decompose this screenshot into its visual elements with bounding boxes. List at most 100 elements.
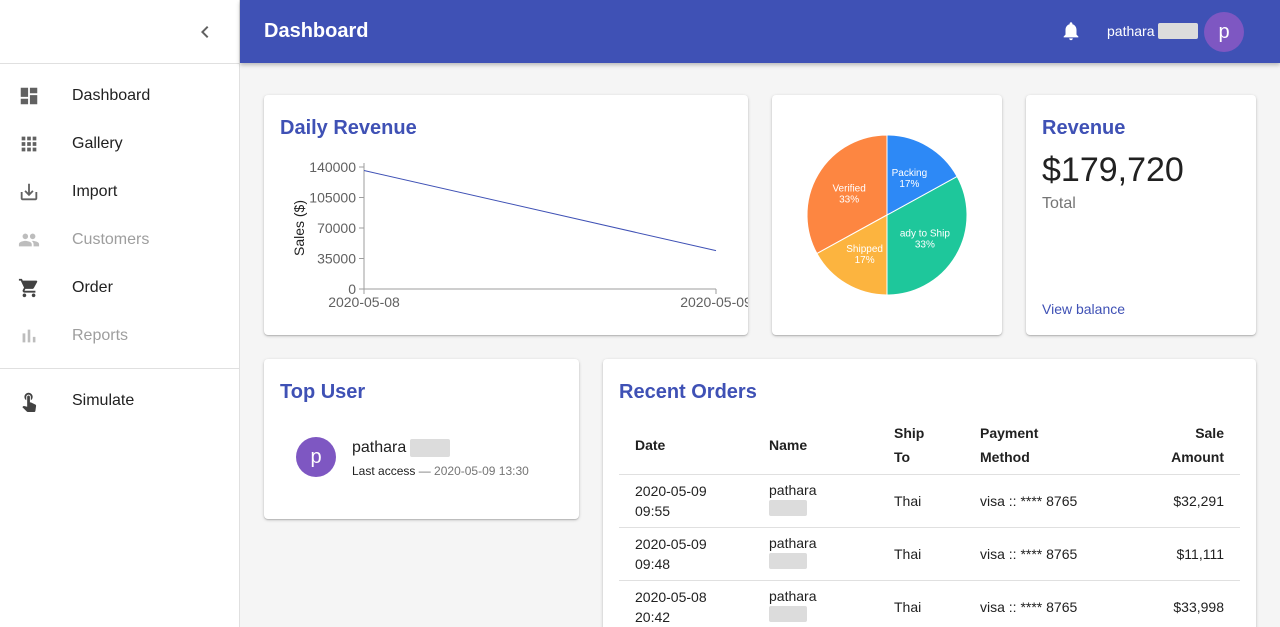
x-tick-label: 2020-05-08 [328,294,400,310]
revenue-card: Revenue $179,720 Total View balance [1026,95,1256,335]
order-status-pie-chart: ady to Ship33%Packing17%Verified33%Shipp… [806,134,968,296]
last-access-separator: — [415,464,435,478]
last-access: Last access — 2020-05-09 13:30 [352,464,529,478]
top-user-card: Top User p pathara Last access — 2020-05… [264,359,579,519]
order-payment-method: visa :: **** 8765 [980,527,1130,581]
sidebar-item-label: Order [72,279,113,296]
column-header-label: Payment [980,425,1039,442]
cart-icon [18,277,40,299]
series-line [363,169,717,252]
redacted-surname [769,500,807,516]
sidebar-item-label: Dashboard [72,87,151,104]
user-name[interactable]: pathara [1107,23,1199,39]
revenue-amount: $179,720 [1042,151,1184,189]
slice-percent: 17% [899,179,919,190]
slice-label: ady to Ship [900,228,950,239]
table-header-row: Date Name Ship To Payment Method Sale Amoun… [619,417,1240,475]
sidebar-item-label: Simulate [72,392,135,409]
view-balance-link[interactable]: View balance [1042,301,1125,317]
slice-label: Packing [892,168,928,179]
order-date: 2020-05-09 09:48 [619,527,769,581]
order-date: 2020-05-08 20:42 [619,580,769,627]
avatar: p [296,437,336,477]
order-name-label: pathara [769,535,817,551]
sidebar-item-gallery[interactable]: Gallery [0,120,239,168]
sidebar-item-order[interactable]: Order [0,264,239,312]
top-user-title: Top User [280,381,366,403]
sidebar-item-label: Gallery [72,135,123,152]
column-header-label: Date [635,437,666,454]
sidebar-item-reports: Reports [0,312,239,360]
y-tick-label: 140000 [309,159,356,175]
chevron-left-icon [201,26,209,38]
user-name-label: pathara [1107,23,1155,39]
order-date-day: 2020-05-09 [635,535,707,552]
revenue-title: Revenue [1042,117,1126,139]
last-access-time: 2020-05-09 13:30 [434,464,529,478]
grid-icon [18,133,40,155]
notifications-button[interactable] [1060,20,1082,42]
revenue-subtitle: Total [1042,195,1076,212]
y-tick-label: 35000 [317,251,356,267]
sidebar-item-label: Reports [72,327,129,344]
sidebar-nav: Dashboard Gallery Import Customers Order [0,64,239,425]
people-icon [18,229,40,251]
order-ship-to: Thai [894,580,980,627]
order-date-time: 09:55 [635,502,671,519]
order-name: pathara [769,580,894,627]
orders-table: Date Name Ship To Payment Method Sale Amoun… [619,417,1240,627]
last-access-label: Last access [352,464,416,478]
column-header-label: Ship [894,425,925,442]
order-ship-to: Thai [894,527,980,581]
sidebar-item-import[interactable]: Import [0,168,239,216]
app-bar: Dashboard pathara p [240,0,1280,63]
column-header-label: Amount [1171,449,1224,466]
y-tick-label: 70000 [317,220,356,236]
recent-orders-card: Recent Orders Date Name Ship To Payment Me… [603,359,1256,627]
order-sale-amount: $32,291 [1130,474,1240,528]
sidebar-item-simulate[interactable]: Simulate [0,377,239,425]
sidebar-item-label: Customers [72,231,150,248]
table-row[interactable]: 2020-05-08 20:42 pathara Thai visa :: ***… [619,580,1240,627]
order-sale-amount: $33,998 [1130,580,1240,627]
bell-icon [1063,22,1079,41]
column-header-sale-amount[interactable]: Sale Amount [1130,417,1240,475]
slice-percent: 33% [915,239,935,250]
top-user-name-label: pathara [352,439,407,456]
touch-icon [18,390,40,412]
sidebar-item-dashboard[interactable]: Dashboard [0,72,239,120]
column-header-label: Name [769,437,808,454]
daily-revenue-card: Daily Revenue 0 35000 70000 105000 140000 202… [264,95,748,335]
order-date: 2020-05-09 09:55 [619,474,769,528]
column-header-date[interactable]: Date [619,417,769,475]
column-header-payment-method[interactable]: Payment Method [980,417,1130,475]
x-tick-label: 2020-05-09 [680,294,748,310]
avatar[interactable]: p [1204,12,1244,52]
order-payment-method: visa :: **** 8765 [980,474,1130,528]
sidebar-item-customers: Customers [0,216,239,264]
column-header-name[interactable]: Name [769,417,894,475]
column-header-label: Method [980,449,1030,466]
sidebar: Dashboard Gallery Import Customers Order [0,0,240,627]
dashboard-icon [18,85,40,107]
collapse-sidebar-button[interactable] [193,20,217,44]
order-name: pathara [769,474,894,528]
column-header-label: Sale [1195,425,1224,442]
redacted-surname [1158,23,1199,39]
sidebar-header [0,0,239,64]
table-row[interactable]: 2020-05-09 09:55 pathara Thai visa :: ***… [619,474,1240,528]
order-date-day: 2020-05-08 [635,588,707,605]
slice-label: Shipped [846,244,883,255]
slice-percent: 17% [855,255,875,266]
column-header-ship-to[interactable]: Ship To [894,417,980,475]
order-name-label: pathara [769,482,817,498]
top-user-name: pathara [352,439,451,457]
sidebar-item-label: Import [72,183,118,200]
table-row[interactable]: 2020-05-09 09:48 pathara Thai visa :: ***… [619,527,1240,581]
slice-percent: 33% [839,195,859,206]
slice-label: Verified [832,184,865,195]
recent-orders-title: Recent Orders [619,381,757,403]
order-ship-to: Thai [894,474,980,528]
order-date-time: 20:42 [635,608,671,625]
redacted-surname [769,606,807,622]
